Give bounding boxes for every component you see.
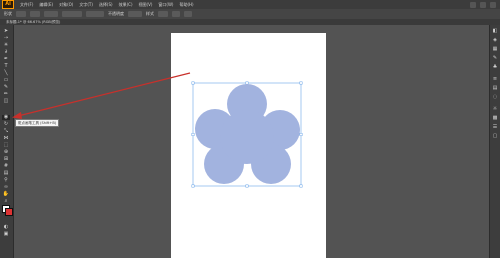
width-tool-icon[interactable]: ⋈ — [2, 136, 10, 141]
symbols-panel-icon[interactable]: ♣ — [492, 65, 498, 70]
layers-panel-icon[interactable]: ☰ — [492, 125, 498, 130]
fill-swatch-dropdown[interactable] — [16, 11, 26, 17]
brush-definition-dropdown[interactable] — [62, 11, 82, 17]
stroke-panel-icon[interactable]: ≡ — [492, 77, 498, 82]
flower-shape[interactable] — [195, 84, 300, 184]
align-button[interactable] — [172, 11, 180, 17]
stroke-swatch[interactable] — [5, 208, 13, 216]
menu-select[interactable]: 选择(S) — [99, 2, 113, 8]
swatches-panel-icon[interactable]: ▦ — [492, 47, 498, 52]
menu-view[interactable]: 视图(V) — [139, 2, 153, 8]
transparency-panel-icon[interactable]: ◌ — [492, 95, 498, 100]
zoom-tool-icon[interactable]: ⌕ — [2, 199, 10, 204]
menu-effect[interactable]: 效果(C) — [119, 2, 133, 8]
magic-wand-tool-icon[interactable]: ✳ — [2, 43, 10, 48]
blob-brush-tool-icon[interactable]: ◉ — [2, 115, 10, 120]
hand-tool-icon[interactable]: ✋ — [2, 192, 10, 197]
menu-window[interactable]: 窗口(W) — [158, 2, 173, 8]
rotate-tool-icon[interactable]: ↻ — [2, 122, 10, 127]
window-controls — [470, 1, 500, 8]
gradient-tool-icon[interactable]: ▤ — [2, 171, 10, 176]
tool-tooltip: 斑点画笔工具 (Shift+B) — [15, 119, 60, 127]
perspective-grid-tool-icon[interactable]: ⊞ — [2, 157, 10, 162]
menu-help[interactable]: 帮助(H) — [179, 2, 193, 8]
opacity-label: 不透明度 — [108, 11, 124, 16]
pencil-tool-icon[interactable]: ✏ — [2, 92, 10, 97]
blend-tool-icon[interactable]: ∞ — [2, 185, 10, 190]
artboard[interactable] — [171, 33, 326, 258]
document-tab[interactable]: 未标题-1* @ 66.67% (RGB/预览) — [6, 19, 60, 25]
app-logo: Ai — [2, 0, 14, 9]
menu-type[interactable]: 文字(T) — [79, 2, 93, 8]
lasso-tool-icon[interactable]: ∂ — [2, 50, 10, 55]
shape-label: 形状 — [4, 11, 12, 16]
gradient-panel-icon[interactable]: ▤ — [492, 86, 498, 91]
tools-panel: ➤ ⇢ ✳ ∂ ✒ T ╲ ▭ ✎ ✏ ◫ ◉ ↻ ⤡ ⋈ ⬚ ⊕ ⊞ # ▤ … — [0, 25, 14, 258]
minimize-icon[interactable] — [470, 1, 476, 8]
line-tool-icon[interactable]: ╲ — [2, 71, 10, 76]
direct-selection-tool-icon[interactable]: ⇢ — [2, 36, 10, 41]
rectangle-tool-icon[interactable]: ▭ — [2, 78, 10, 83]
color-panel-icon[interactable]: ◧ — [492, 29, 498, 34]
artboard-canvas — [191, 81, 303, 188]
color-guide-icon[interactable]: ◈ — [492, 38, 498, 43]
menu-edit[interactable]: 编辑(E) — [39, 2, 53, 8]
menu-bar: Ai 文件(F) 编辑(E) 对象(O) 文字(T) 选择(S) 效果(C) 视… — [0, 0, 500, 9]
artboards-panel-icon[interactable]: ▢ — [492, 134, 498, 139]
document-tab-bar: 未标题-1* @ 66.67% (RGB/预览) — [0, 19, 500, 25]
graphic-styles-icon[interactable]: ▩ — [492, 116, 498, 121]
eyedropper-tool-icon[interactable]: ⚲ — [2, 178, 10, 183]
right-panels-dock: ◧ ◈ ▦ ✎ ♣ ≡ ▤ ◌ ☼ ▩ ☰ ▢ — [489, 25, 500, 258]
illustrator-window: Ai 文件(F) 编辑(E) 对象(O) 文字(T) 选择(S) 效果(C) 视… — [0, 0, 500, 258]
mesh-tool-icon[interactable]: # — [2, 164, 10, 169]
eraser-tool-icon[interactable]: ◫ — [2, 99, 10, 104]
maximize-icon[interactable] — [480, 1, 486, 8]
paintbrush-tool-icon[interactable]: ✎ — [2, 85, 10, 90]
fill-stroke-swatches[interactable] — [2, 205, 13, 216]
type-tool-icon[interactable]: T — [2, 64, 10, 69]
style-label: 样式 — [146, 11, 154, 16]
free-transform-tool-icon[interactable]: ⬚ — [2, 143, 10, 148]
appearance-panel-icon[interactable]: ☼ — [492, 107, 498, 112]
menu-file[interactable]: 文件(F) — [20, 2, 33, 8]
menu-object[interactable]: 对象(O) — [59, 2, 73, 8]
transform-button[interactable] — [184, 11, 192, 17]
selection-tool-icon[interactable]: ➤ — [2, 29, 10, 34]
drawing-mode-icon[interactable]: ◐ — [2, 225, 10, 230]
shape-builder-tool-icon[interactable]: ⊕ — [2, 150, 10, 155]
variable-width-dropdown[interactable] — [86, 11, 104, 17]
scale-tool-icon[interactable]: ⤡ — [2, 129, 10, 134]
stroke-swatch-dropdown[interactable] — [30, 11, 40, 17]
opacity-dropdown[interactable] — [128, 11, 142, 17]
style-dropdown[interactable] — [158, 11, 168, 17]
stroke-weight-dropdown[interactable] — [44, 11, 58, 17]
brushes-panel-icon[interactable]: ✎ — [492, 56, 498, 61]
close-icon[interactable] — [490, 1, 496, 8]
screen-mode-icon[interactable]: ▣ — [2, 232, 10, 237]
pen-tool-icon[interactable]: ✒ — [2, 57, 10, 62]
